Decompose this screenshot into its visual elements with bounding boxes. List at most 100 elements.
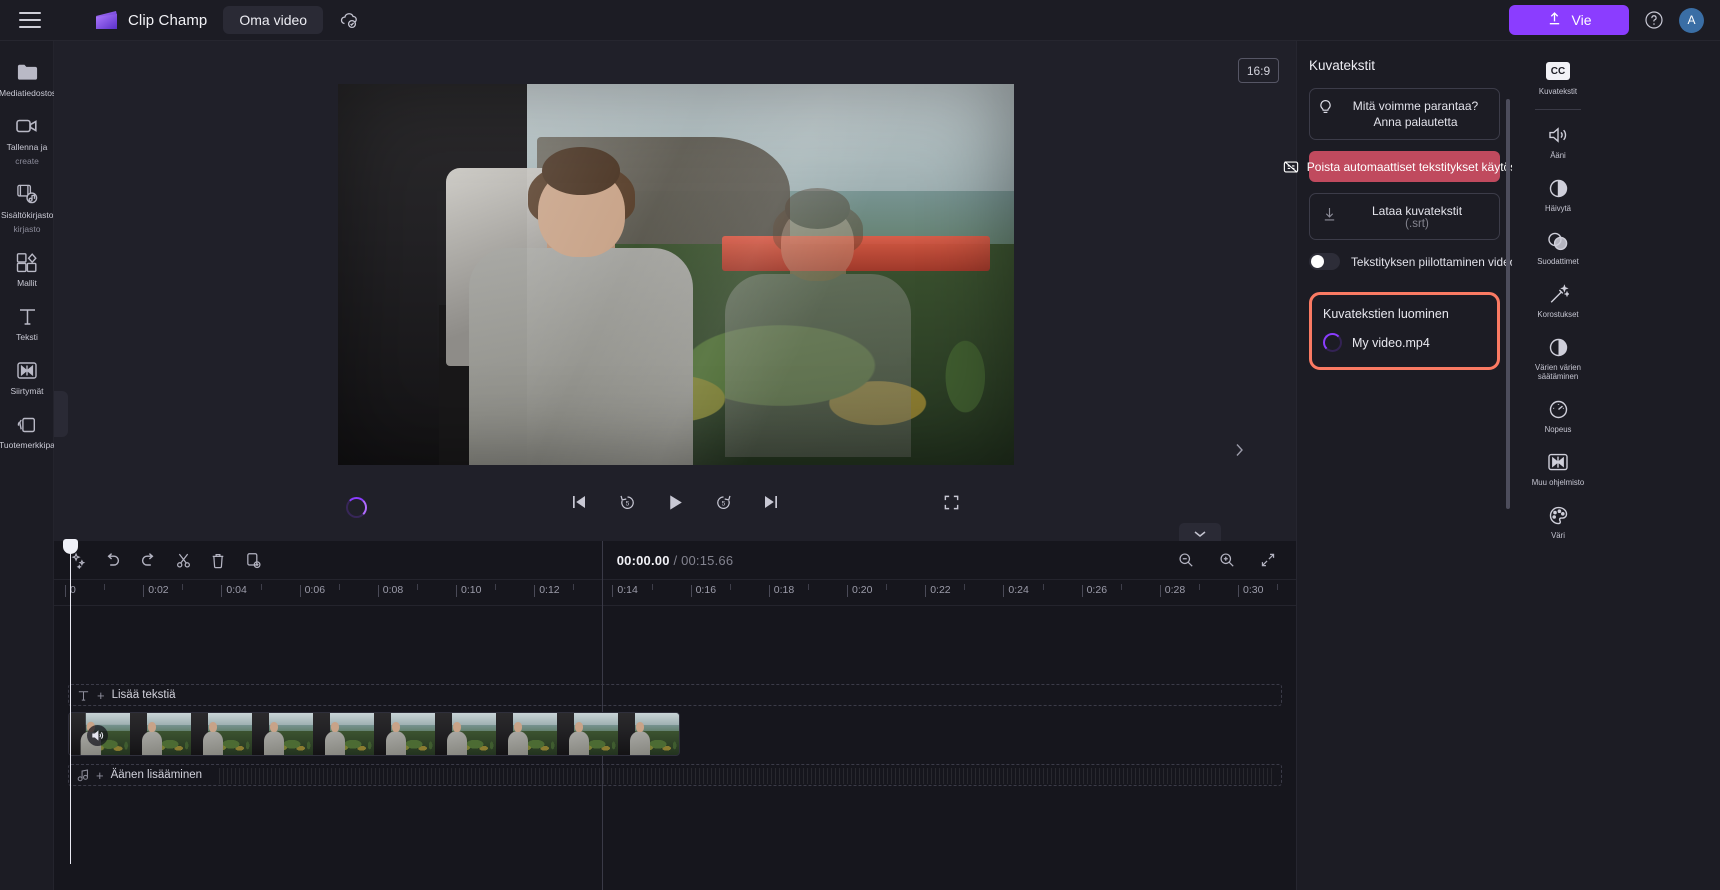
ruler-tick-label: 0:02 [148, 584, 169, 596]
sidebar-item-transitions[interactable]: Siirtymät [0, 349, 54, 403]
ruler-tick-mark [495, 584, 497, 590]
ruler-tick-mark [1238, 585, 1239, 597]
timeline-ruler[interactable]: 0 0:02 0:04 0:06 0:08 0:10 0:12 0:14 0:16 0:18 0:2… [54, 580, 1296, 606]
play-button[interactable] [662, 489, 688, 515]
rail-item-label: Väri [1551, 531, 1565, 540]
rail-item-other-software[interactable]: Muu ohjelmisto [1526, 441, 1590, 494]
brand: Clip Champ [93, 10, 207, 30]
clip-thumbnail [374, 713, 435, 755]
export-button[interactable]: Vie [1509, 5, 1629, 35]
filters-icon [1546, 229, 1570, 253]
ruler-tick-label: 0:14 [617, 584, 638, 596]
brand-name: Clip Champ [128, 11, 208, 29]
rail-item-filters[interactable]: Suodattimet [1526, 220, 1590, 273]
generating-file-name: My video.mp4 [1352, 335, 1430, 350]
ruler-tick: 0:14 [612, 584, 638, 597]
sidebar-item-label: Mallit [17, 278, 37, 288]
ruler-tick-mark [1198, 584, 1200, 590]
sidebar-item-templates[interactable]: Mallit [0, 241, 54, 295]
ruler-tick: 0:20 [847, 584, 872, 597]
sidebar-item-record-create[interactable]: Tallenna ja create [0, 105, 54, 173]
skip-to-start-button[interactable] [566, 489, 592, 515]
fullscreen-button[interactable] [938, 489, 964, 515]
ruler-tick: 0:16 [690, 584, 716, 597]
video-clip[interactable] [68, 712, 680, 756]
sidebar-item-label: Teksti [16, 332, 38, 342]
rail-item-fade[interactable]: Häivytä [1526, 167, 1590, 220]
clip-thumbnail [130, 713, 191, 755]
svg-text:5: 5 [625, 500, 629, 507]
rail-item-color[interactable]: Väri [1526, 494, 1590, 547]
aspect-ratio-button[interactable]: 16:9 [1238, 58, 1279, 83]
sidebar-item-label: Tuotemerkkipaketti [0, 440, 55, 450]
add-audio-track[interactable]: + Äänen lisääminen [68, 764, 1282, 786]
rail-item-audio[interactable]: Ääni [1526, 114, 1590, 167]
ruler-tick: 0:28 [1159, 584, 1185, 597]
ruler-tick-mark [847, 585, 848, 597]
add-audio-label: Äänen lisääminen [110, 769, 203, 781]
add-text-track[interactable]: + Lisää tekstiä [68, 684, 1282, 706]
ruler-tick-label: 0:06 [304, 584, 326, 596]
sidebar-item-media[interactable]: Mediatiedostosi [0, 51, 55, 105]
timeline-toolbar: 00:00.00 / 00:15.66 [54, 541, 1296, 580]
templates-icon [15, 250, 39, 274]
clip-thumbnail [557, 713, 618, 755]
skip-to-end-button[interactable] [758, 489, 784, 515]
rail-item-highlights[interactable]: Korostukset [1526, 273, 1590, 326]
clip-thumbnail [252, 713, 313, 755]
hide-captions-toggle-row[interactable]: Tekstityksen piilottaminen videossa [1309, 253, 1535, 270]
brand-kit-icon [15, 412, 39, 436]
ruler-tick-mark [1042, 584, 1044, 590]
feedback-card[interactable]: Mitä voimme parantaa? Anna palautetta [1309, 88, 1500, 140]
rail-item-speed[interactable]: Nopeus [1526, 388, 1590, 441]
hide-captions-toggle[interactable] [1309, 253, 1340, 270]
ruler-tick-mark [260, 584, 262, 590]
ruler-tick: 0:18 [768, 584, 794, 597]
rail-item-label: Suodattimet [1537, 257, 1579, 266]
lightbulb-icon [1318, 99, 1333, 121]
ruler-tick: 0:02 [143, 584, 169, 597]
ruler-tick-mark [65, 585, 66, 597]
ruler-tick-mark [925, 585, 927, 597]
avatar[interactable]: A [1679, 7, 1704, 33]
rewind-5-button[interactable]: 5 [614, 489, 640, 515]
rail-item-color-adjust[interactable]: Värien värien säätäminen [1526, 326, 1590, 388]
forward-5-button[interactable]: 5 [710, 489, 736, 515]
magic-wand-icon [1546, 282, 1570, 306]
left-panel-edge-handle[interactable] [54, 391, 68, 437]
rail-item-label: Korostukset [1537, 310, 1579, 319]
hamburger-menu-icon[interactable] [19, 12, 41, 28]
feedback-line1: Mitä voimme parantaa? [1352, 99, 1479, 113]
ruler-tick-label: 0:30 [1243, 584, 1264, 596]
rail-item-captions[interactable]: CC Kuvatekstit [1526, 50, 1590, 103]
ruler-tick-mark [299, 585, 301, 597]
download-captions-button[interactable]: Lataa kuvatekstit (.srt) [1309, 193, 1500, 240]
video-preview[interactable] [338, 84, 1014, 465]
sidebar-item-brand-kit[interactable]: Tuotemerkkipaketti [0, 403, 55, 457]
disable-auto-captions-button[interactable]: Poista automaattiset tekstitykset käytös… [1283, 151, 1526, 182]
ruler-tick-mark [1003, 585, 1005, 597]
clip-mute-icon[interactable] [87, 725, 108, 746]
ruler-tick-mark [416, 584, 418, 590]
clip-thumbnail [191, 713, 252, 755]
panel-title: Kuvatekstit [1309, 58, 1376, 73]
help-circle-icon[interactable] [1643, 9, 1665, 31]
sidebar-item-label: Tallenna ja [6, 142, 48, 152]
upload-icon [1547, 11, 1562, 29]
project-name-chip[interactable]: Oma video [223, 6, 324, 34]
cloud-saved-icon[interactable] [337, 8, 361, 32]
ruler-tick-mark [534, 585, 536, 597]
music-note-icon [77, 768, 89, 782]
top-bar-right: Vie A [1509, 5, 1720, 35]
generating-spinner [1323, 333, 1342, 352]
collapse-right-panel-button[interactable] [1232, 427, 1246, 473]
sidebar-item-content-library[interactable]: Sisältökirjaston kirjasto [0, 173, 54, 241]
ruler-tick-mark [338, 584, 340, 590]
svg-text:5: 5 [721, 500, 725, 507]
player-controls: 5 5 [54, 489, 1296, 515]
clip-thumbnail [618, 713, 679, 755]
sidebar-item-text[interactable]: Teksti [0, 295, 54, 349]
ruler-tick-mark [143, 585, 145, 597]
panel-scrollbar[interactable] [1506, 99, 1510, 509]
playhead[interactable] [63, 539, 78, 864]
